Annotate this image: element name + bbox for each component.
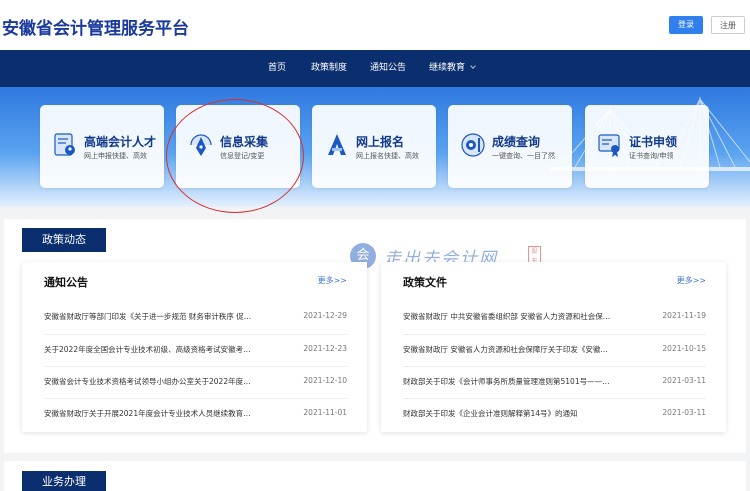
card-title: 证书申领 (629, 135, 678, 149)
nav-item-education-label: 继续教育 (429, 63, 466, 73)
section-title-business: 业务办理 (22, 471, 106, 491)
list-item-date: 2021-03-11 (662, 376, 706, 385)
list-item-title: 财政部关于印发《会计师事务所质量管理准则第5101号——… (403, 377, 610, 386)
business-section (4, 461, 746, 491)
divider (403, 398, 706, 399)
main-nav: 首页 政策制度 通知公告 继续教育 (0, 50, 750, 87)
divider (44, 334, 347, 335)
divider (403, 334, 706, 335)
list-item-date: 2021-10-15 (662, 344, 706, 353)
eye-chart-icon (461, 133, 485, 157)
nav-item-notices[interactable]: 通知公告 (370, 50, 406, 87)
list-item[interactable]: 安徽省财政厅 安徽省人力资源和社会保障厅关于印发《安徽… 2021-10-15 (403, 344, 706, 358)
list-item-title: 关于2022年度全国会计专业技术初级、高级资格考试安徽考… (44, 345, 251, 354)
panel-title-notices: 通知公告 (44, 276, 88, 289)
list-item[interactable]: 安徽省财政厅关于开展2021年度会计专业技术人员继续教育… 2021-11-01 (44, 408, 347, 422)
list-item[interactable]: 安徽省会计专业技术资格考试领导小组办公室关于2022年度… 2021-12-10 (44, 376, 347, 390)
list-item-date: 2021-11-01 (303, 408, 347, 417)
policies-panel: 政策文件 更多>> 安徽省财政厅 中共安徽省委组织部 安徽省人力资源和社会保… … (381, 262, 726, 432)
card-score-query[interactable]: 成绩查询 一键查询、一目了然 (448, 105, 572, 188)
card-title: 成绩查询 (492, 135, 541, 149)
profile-card-icon (54, 133, 75, 156)
list-item-date: 2021-03-11 (662, 408, 706, 417)
top-header: 安徽省会计管理服务平台 登录 注册 (0, 0, 750, 50)
card-certificate[interactable]: 证书申领 证书查询/申领 (585, 105, 709, 188)
login-button[interactable]: 登录 (669, 16, 703, 34)
site-title[interactable]: 安徽省会计管理服务平台 (2, 14, 189, 39)
nav-item-home[interactable]: 首页 (268, 50, 286, 87)
card-subtitle: 网上报名快捷、高效 (356, 152, 419, 160)
divider (44, 366, 347, 367)
card-subtitle: 一键查询、一目了然 (492, 152, 555, 160)
panel-title-policies: 政策文件 (403, 276, 447, 289)
list-item[interactable]: 安徽省财政厅等部门印发《关于进一步规范 财务审计秩序 促… 2021-12-29 (44, 311, 347, 325)
card-subtitle: 证书查询/申领 (629, 152, 674, 160)
divider (403, 366, 706, 367)
card-online-registration[interactable]: 网上报名 网上报名快捷、高效 (312, 105, 436, 188)
list-item[interactable]: 安徽省财政厅 中共安徽省委组织部 安徽省人力资源和社会保… 2021-11-19 (403, 311, 706, 325)
list-item[interactable]: 财政部关于印发《会计师事务所质量管理准则第5101号——… 2021-03-11 (403, 376, 706, 390)
highlight-ellipse (166, 99, 304, 213)
register-button[interactable]: 注册 (711, 16, 745, 34)
certificate-icon (598, 134, 620, 157)
notices-panel: 通知公告 更多>> 安徽省财政厅等部门印发《关于进一步规范 财务审计秩序 促… … (22, 262, 367, 432)
list-item[interactable]: 财政部关于印发《企业会计准则解释第14号》的通知 2021-03-11 (403, 408, 706, 422)
list-item-date: 2021-11-19 (662, 311, 706, 320)
chevron-down-icon (470, 63, 476, 69)
notices-more-link[interactable]: 更多>> (318, 275, 347, 286)
list-item-title: 安徽省财政厅 中共安徽省委组织部 安徽省人力资源和社会保… (403, 312, 611, 321)
policies-more-link[interactable]: 更多>> (677, 275, 706, 286)
section-title-policy: 政策动态 (22, 228, 106, 252)
list-item-title: 财政部关于印发《企业会计准则解释第14号》的通知 (403, 409, 578, 418)
list-item-date: 2021-12-23 (303, 344, 347, 353)
list-item[interactable]: 关于2022年度全国会计专业技术初级、高级资格考试安徽考… 2021-12-23 (44, 344, 347, 358)
divider (44, 398, 347, 399)
list-item-title: 安徽省财政厅关于开展2021年度会计专业技术人员继续教育… (44, 409, 251, 418)
list-item-title: 安徽省财政厅 安徽省人力资源和社会保障厅关于印发《安徽… (403, 345, 608, 354)
list-item-date: 2021-12-29 (303, 311, 347, 320)
card-senior-talent[interactable]: 高端会计人才 网上申报快捷、高效 (40, 105, 164, 188)
letter-a-icon (328, 134, 346, 155)
list-item-date: 2021-12-10 (303, 376, 347, 385)
card-subtitle: 网上申报快捷、高效 (84, 152, 147, 160)
list-item-title: 安徽省财政厅等部门印发《关于进一步规范 财务审计秩序 促… (44, 312, 252, 321)
card-title: 网上报名 (356, 135, 405, 149)
card-title: 高端会计人才 (84, 135, 157, 149)
nav-item-education[interactable]: 继续教育 (429, 50, 476, 87)
list-item-title: 安徽省会计专业技术资格考试领导小组办公室关于2022年度… (44, 377, 251, 386)
nav-item-policy[interactable]: 政策制度 (311, 50, 347, 87)
